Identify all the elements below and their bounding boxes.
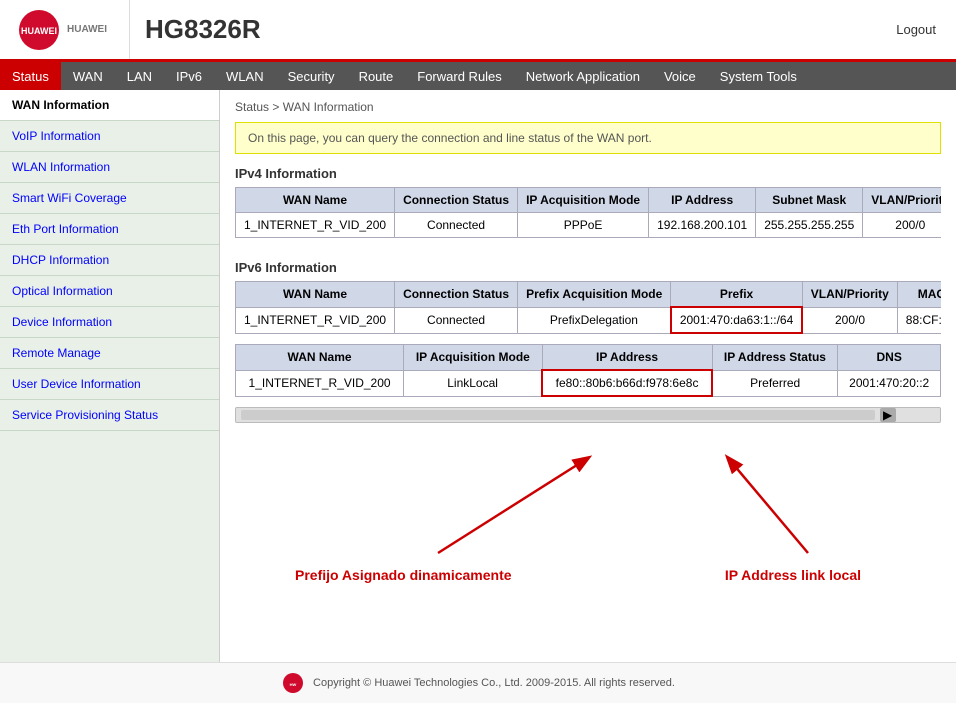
nav-bar: Status WAN LAN IPv6 WLAN Security Route … — [0, 62, 956, 90]
ipv4-col-subnet: Subnet Mask — [756, 188, 863, 213]
nav-item-voice[interactable]: Voice — [652, 62, 708, 90]
ipv4-row-ip-addr: 192.168.200.101 — [649, 213, 756, 238]
ipv4-table-container: WAN Name Connection Status IP Acquisitio… — [235, 187, 941, 248]
logout-button[interactable]: Logout — [876, 22, 956, 37]
ipv4-section-title: IPv4 Information — [235, 166, 941, 181]
ipv6-col2-ip-status: IP Address Status — [712, 345, 838, 371]
ipv4-col-ip-addr: IP Address — [649, 188, 756, 213]
footer-text: Copyright © Huawei Technologies Co., Ltd… — [313, 677, 675, 689]
ipv6-col2-dns: DNS — [838, 345, 941, 371]
ipv6-row2-wan-name: 1_INTERNET_R_VID_200 — [236, 370, 404, 396]
ipv6-row2-dns: 2001:470:20::2 — [838, 370, 941, 396]
sidebar: WAN Information VoIP Information WLAN In… — [0, 90, 220, 662]
ipv4-row-ip-acq: PPPoE — [518, 213, 649, 238]
ipv4-table: WAN Name Connection Status IP Acquisitio… — [235, 187, 941, 238]
ipv6-table1: WAN Name Connection Status Prefix Acquis… — [235, 281, 941, 334]
ipv6-col1-mac: MAC Address — [897, 282, 941, 308]
nav-item-network-app[interactable]: Network Application — [514, 62, 652, 90]
sidebar-item-wlan-info[interactable]: WLAN Information — [0, 152, 219, 183]
footer: HW Copyright © Huawei Technologies Co., … — [0, 662, 956, 703]
nav-item-wlan[interactable]: WLAN — [214, 62, 276, 90]
ipv6-col2-ip-addr: IP Address — [542, 345, 712, 371]
header: HUAWEI HUAWEI HG8326R Logout — [0, 0, 956, 62]
ipv4-col-wan-name: WAN Name — [236, 188, 395, 213]
info-message: On this page, you can query the connecti… — [235, 122, 941, 154]
breadcrumb: Status > WAN Information — [235, 100, 941, 114]
ipv6-table1-container: WAN Name Connection Status Prefix Acquis… — [235, 281, 941, 344]
ipv6-col2-wan-name: WAN Name — [236, 345, 404, 371]
sidebar-item-user-device[interactable]: User Device Information — [0, 369, 219, 400]
nav-item-system-tools[interactable]: System Tools — [708, 62, 809, 90]
ipv6-col1-wan-name: WAN Name — [236, 282, 395, 308]
ipv4-row-subnet: 255.255.255.255 — [756, 213, 863, 238]
ipv6-row1-prefix: 2001:470:da63:1::/64 — [671, 307, 802, 333]
sidebar-item-remote-manage[interactable]: Remote Manage — [0, 338, 219, 369]
ipv4-col-ip-acq: IP Acquisition Mode — [518, 188, 649, 213]
table-row: 1_INTERNET_R_VID_200 Connected PPPoE 192… — [236, 213, 942, 238]
ipv6-col1-prefix-acq: Prefix Acquisition Mode — [518, 282, 671, 308]
ipv6-row1-wan-name: 1_INTERNET_R_VID_200 — [236, 307, 395, 333]
table-row: 1_INTERNET_R_VID_200 LinkLocal fe80::80b… — [236, 370, 941, 396]
ipv6-row2-ip-status: Preferred — [712, 370, 838, 396]
annotation-label-2: IP Address link local — [725, 567, 861, 583]
ipv6-row1-vlan: 200/0 — [802, 307, 897, 333]
sidebar-item-eth-port[interactable]: Eth Port Information — [0, 214, 219, 245]
device-title: HG8326R — [130, 14, 876, 45]
nav-item-status[interactable]: Status — [0, 62, 61, 90]
sidebar-item-dhcp[interactable]: DHCP Information — [0, 245, 219, 276]
ipv4-row-vlan: 200/0 — [863, 213, 941, 238]
annotations-area: Prefijo Asignado dinamicamente IP Addres… — [235, 433, 941, 593]
sidebar-item-optical[interactable]: Optical Information — [0, 276, 219, 307]
ipv6-col1-prefix: Prefix — [671, 282, 802, 308]
ipv4-row-wan-name: 1_INTERNET_R_VID_200 — [236, 213, 395, 238]
nav-item-security[interactable]: Security — [276, 62, 347, 90]
ipv6-table2: WAN Name IP Acquisition Mode IP Address … — [235, 344, 941, 397]
sidebar-item-device-info[interactable]: Device Information — [0, 307, 219, 338]
brand-label: HUAWEI — [63, 24, 107, 35]
horizontal-scrollbar[interactable]: ▶ — [235, 407, 941, 423]
nav-item-wan[interactable]: WAN — [61, 62, 115, 90]
footer-huawei-logo: HW — [281, 671, 305, 695]
ipv6-section-title: IPv6 Information — [235, 260, 941, 275]
svg-text:HW: HW — [290, 682, 297, 687]
nav-item-lan[interactable]: LAN — [115, 62, 164, 90]
sidebar-item-voip-info[interactable]: VoIP Information — [0, 121, 219, 152]
ipv6-row2-ip-acq: LinkLocal — [404, 370, 542, 396]
svg-text:HUAWEI: HUAWEI — [21, 26, 57, 36]
sidebar-item-wan-info[interactable]: WAN Information — [0, 90, 219, 121]
nav-item-ipv6[interactable]: IPv6 — [164, 62, 214, 90]
ipv4-row-conn-status: Connected — [395, 213, 518, 238]
ipv6-row2-ip-addr: fe80::80b6:b66d:f978:6e8c — [542, 370, 712, 396]
main-layout: WAN Information VoIP Information WLAN In… — [0, 90, 956, 662]
ipv6-row1-prefix-acq: PrefixDelegation — [518, 307, 671, 333]
nav-item-route[interactable]: Route — [347, 62, 406, 90]
ipv4-col-conn-status: Connection Status — [395, 188, 518, 213]
nav-item-forward-rules[interactable]: Forward Rules — [405, 62, 514, 90]
ipv6-row1-conn-status: Connected — [395, 307, 518, 333]
ipv6-table2-container: WAN Name IP Acquisition Mode IP Address … — [235, 344, 941, 407]
ipv4-col-vlan: VLAN/Priority — [863, 188, 941, 213]
table-row: 1_INTERNET_R_VID_200 Connected PrefixDel… — [236, 307, 942, 333]
ipv6-row1-mac: 88:CF:98:B0:A9:12 — [897, 307, 941, 333]
annotation-label-1: Prefijo Asignado dinamicamente — [295, 567, 512, 583]
sidebar-item-smart-wifi[interactable]: Smart WiFi Coverage — [0, 183, 219, 214]
ipv6-col1-conn-status: Connection Status — [395, 282, 518, 308]
ipv6-col1-vlan: VLAN/Priority — [802, 282, 897, 308]
huawei-logo: HUAWEI — [15, 6, 63, 54]
ipv6-col2-ip-acq: IP Acquisition Mode — [404, 345, 542, 371]
logo-area: HUAWEI HUAWEI — [0, 0, 130, 59]
content-area: Status > WAN Information On this page, y… — [220, 90, 956, 662]
sidebar-item-service-provisioning[interactable]: Service Provisioning Status — [0, 400, 219, 431]
